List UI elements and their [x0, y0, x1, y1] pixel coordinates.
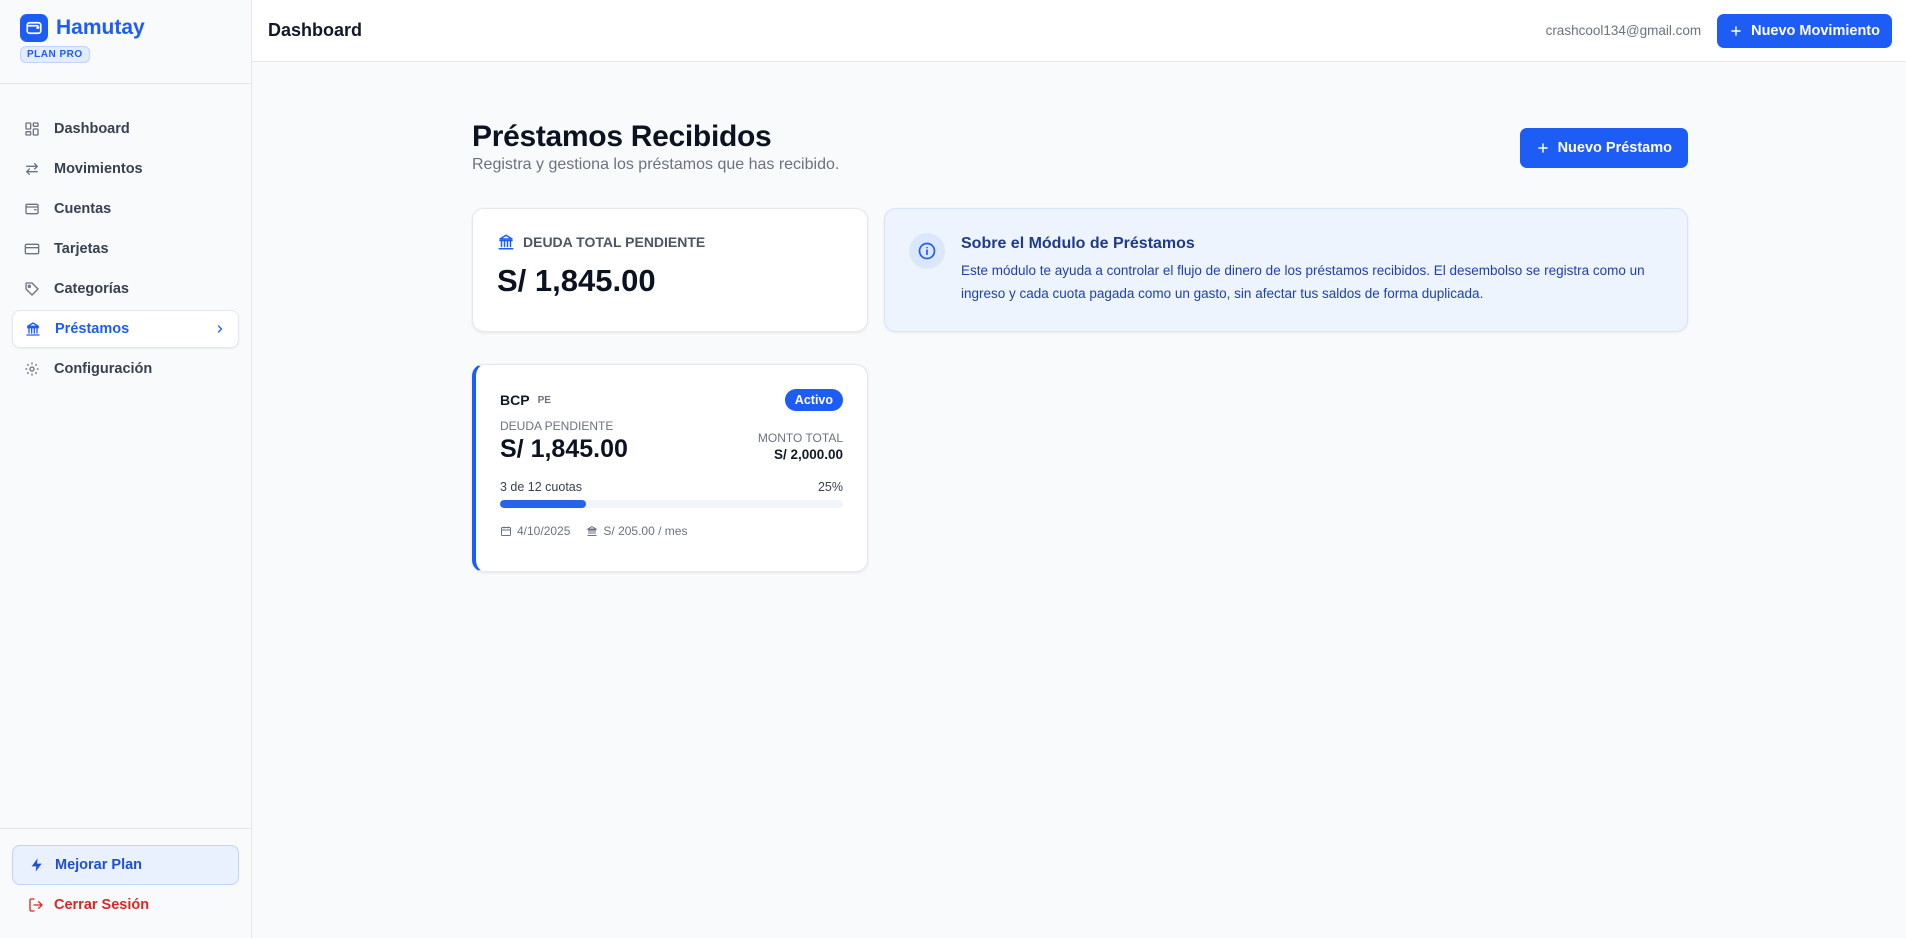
sidebar-item-label: Categorías	[54, 281, 129, 297]
calendar-icon	[501, 526, 511, 536]
chevron-right-icon	[217, 325, 223, 333]
bank-icon	[586, 525, 599, 536]
loan-country: PE	[537, 394, 551, 406]
status-badge: Activo	[784, 389, 843, 411]
new-loan-label: Nuevo Préstamo	[1557, 140, 1672, 156]
sidebar-item-configuracion[interactable]: Configuración	[12, 350, 239, 388]
topbar-title: Dashboard	[268, 20, 363, 40]
sidebar-item-label: Configuración	[54, 361, 153, 377]
logout-icon	[29, 898, 43, 912]
page-title: Préstamos Recibidos	[472, 120, 772, 153]
new-movement-button[interactable]: Nuevo Movimiento	[1717, 13, 1892, 48]
sidebar-item-label: Movimientos	[54, 161, 143, 177]
loan-bank-name: BCP	[500, 392, 530, 408]
arrows-icon	[26, 163, 38, 175]
page-subtitle: Registra y gestiona los préstamos que ha…	[472, 156, 840, 173]
app-name[interactable]: Hamutay	[56, 16, 145, 40]
main-content: Préstamos Recibidos Registra y gestiona …	[472, 120, 1688, 572]
info-icon	[909, 233, 945, 269]
upgrade-plan-button[interactable]: Mejorar Plan	[12, 845, 239, 885]
plan-badge: PLAN PRO	[20, 46, 90, 63]
sidebar-footer: Mejorar Plan Cerrar Sesión	[0, 828, 251, 938]
sidebar-item-movimientos[interactable]: Movimientos	[12, 150, 239, 188]
loan-card[interactable]: BCP PE Activo DEUDA PENDIENTE S/ 1,845.0…	[472, 364, 868, 572]
sidebar: Hamutay PLAN PRO Dashboard Movimientos C…	[0, 0, 252, 938]
sidebar-item-prestamos[interactable]: Préstamos	[12, 310, 239, 348]
sidebar-item-dashboard[interactable]: Dashboard	[12, 110, 239, 148]
sidebar-nav: Dashboard Movimientos Cuentas Tarjetas C…	[0, 84, 251, 388]
sidebar-item-tarjetas[interactable]: Tarjetas	[12, 230, 239, 268]
new-loan-button[interactable]: Nuevo Préstamo	[1519, 128, 1688, 168]
plus-icon	[1537, 143, 1548, 153]
user-email: crashcool134@gmail.com	[1545, 23, 1702, 38]
sidebar-item-label: Tarjetas	[54, 241, 109, 257]
sidebar-item-categorias[interactable]: Categorías	[12, 270, 239, 308]
brand: Hamutay PLAN PRO	[0, 0, 251, 84]
total-debt-card: DEUDA TOTAL PENDIENTE S/ 1,845.00	[472, 208, 868, 332]
logout-button[interactable]: Cerrar Sesión	[12, 885, 239, 925]
progress-percent: 25%	[817, 480, 843, 494]
credit-card-icon	[24, 243, 40, 255]
progress-fill	[500, 500, 586, 508]
wallet-icon	[25, 203, 39, 215]
total-amount-label: MONTO TOTAL	[757, 431, 843, 445]
monthly-payment: S/ 205.00 / mes	[603, 524, 688, 538]
tag-icon	[25, 282, 39, 296]
bank-icon	[498, 234, 514, 250]
info-text: Este módulo te ayuda a controlar el fluj…	[961, 263, 1645, 301]
sidebar-item-label: Préstamos	[55, 321, 130, 337]
loan-date: 4/10/2025	[517, 524, 571, 538]
pending-debt-value: S/ 1,845.00	[500, 435, 628, 463]
total-debt-label: DEUDA TOTAL PENDIENTE	[523, 234, 706, 250]
lightning-icon	[31, 858, 42, 872]
upgrade-plan-label: Mejorar Plan	[55, 857, 143, 873]
sidebar-item-label: Dashboard	[54, 121, 130, 137]
sidebar-item-label: Cuentas	[54, 201, 112, 217]
sidebar-item-cuentas[interactable]: Cuentas	[12, 190, 239, 228]
plus-icon	[1731, 25, 1741, 36]
total-amount-value: S/ 2,000.00	[773, 447, 843, 462]
bank-icon	[26, 322, 40, 336]
new-movement-label: Nuevo Movimiento	[1751, 22, 1880, 39]
info-title: Sobre el Módulo de Préstamos	[961, 235, 1195, 252]
dashboard-icon	[25, 122, 39, 136]
topbar: Dashboard crashcool134@gmail.com Nuevo M…	[252, 0, 1906, 62]
gear-icon	[25, 362, 39, 376]
wallet-logo-icon	[20, 14, 48, 42]
installments-text: 3 de 12 cuotas	[500, 480, 583, 494]
total-debt-value: S/ 1,845.00	[497, 263, 656, 298]
loans-info-card: Sobre el Módulo de Préstamos Este módulo…	[884, 208, 1688, 332]
progress-bar	[500, 500, 843, 508]
pending-debt-label: DEUDA PENDIENTE	[500, 419, 614, 433]
logout-label: Cerrar Sesión	[54, 897, 150, 913]
